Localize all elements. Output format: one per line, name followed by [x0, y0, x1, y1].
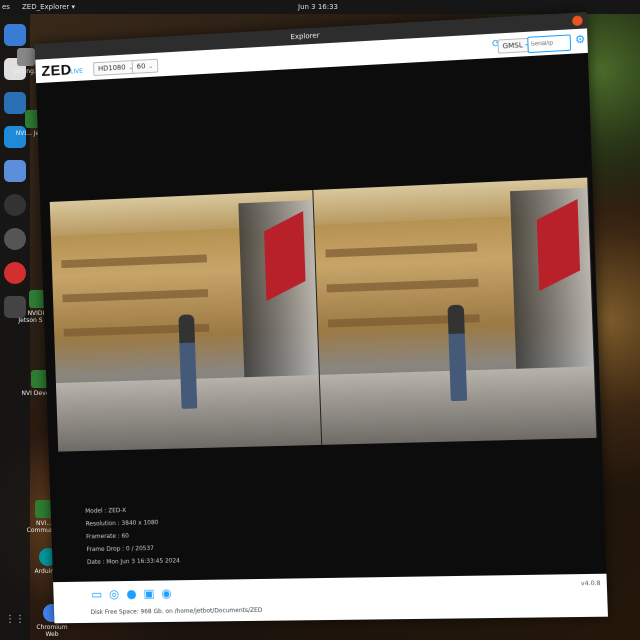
- system-top-bar: es ZED_Explorer ▾ Jun 3 16:33: [0, 0, 640, 14]
- left-camera-image: [49, 189, 323, 452]
- system-clock[interactable]: Jun 3 16:33: [298, 3, 338, 11]
- right-camera-image: [313, 177, 598, 445]
- activities-button[interactable]: es: [2, 3, 10, 11]
- gear-icon[interactable]: ⚙: [575, 33, 586, 47]
- disk-free-space: Disk Free Space: 968 Gb. on /home/jetbot…: [90, 606, 263, 616]
- camera-info-overlay: Model : ZED-X Resolution : 3840 x 1080 F…: [85, 503, 180, 569]
- camera-viewer[interactable]: Model : ZED-X Resolution : 3840 x 1080 F…: [36, 52, 607, 583]
- serial-input[interactable]: [527, 34, 572, 54]
- desktop-icon-label: Chromium Web: [36, 624, 68, 638]
- close-icon[interactable]: [572, 15, 583, 27]
- dock-app-icon[interactable]: [4, 228, 26, 250]
- bottom-bar: ▭ ◎ ● ▣ ◉ Disk Free Space: 968 Gb. on /h…: [53, 573, 608, 624]
- zed-explorer-window: Explorer ZED LIVE HD1080⌄ 60⌄ ⟳ ID GMSL …: [34, 12, 608, 624]
- depth-icon[interactable]: ▣: [142, 587, 156, 601]
- stereo-view: [49, 177, 598, 452]
- dock-app-icon[interactable]: [4, 194, 26, 216]
- stream-icon[interactable]: ◎: [107, 587, 121, 601]
- app-menu[interactable]: ZED_Explorer ▾: [22, 3, 75, 11]
- dock: ⋮⋮: [0, 14, 30, 640]
- live-badge: LIVE: [70, 67, 83, 76]
- dock-app-icon[interactable]: [4, 24, 26, 46]
- resolution-value: HD1080: [97, 63, 126, 73]
- fps-value: 60: [136, 62, 146, 71]
- chevron-down-icon: ⌄: [148, 62, 154, 71]
- window-title: Explorer: [290, 31, 320, 42]
- snapshot-icon[interactable]: ◉: [159, 586, 173, 600]
- version-label: v4.0.8: [580, 579, 601, 588]
- dock-app-icon[interactable]: [4, 160, 26, 182]
- dock-app-icon[interactable]: [4, 262, 26, 284]
- record-icon[interactable]: ●: [125, 587, 139, 601]
- folder-icon[interactable]: ▭: [90, 587, 104, 601]
- zed-logo: ZED: [41, 61, 72, 80]
- show-apps-icon[interactable]: ⋮⋮: [4, 614, 26, 636]
- fps-select[interactable]: 60 ⌄: [131, 58, 159, 74]
- info-date: Date : Mon Jun 3 16:33:45 2024: [86, 557, 181, 566]
